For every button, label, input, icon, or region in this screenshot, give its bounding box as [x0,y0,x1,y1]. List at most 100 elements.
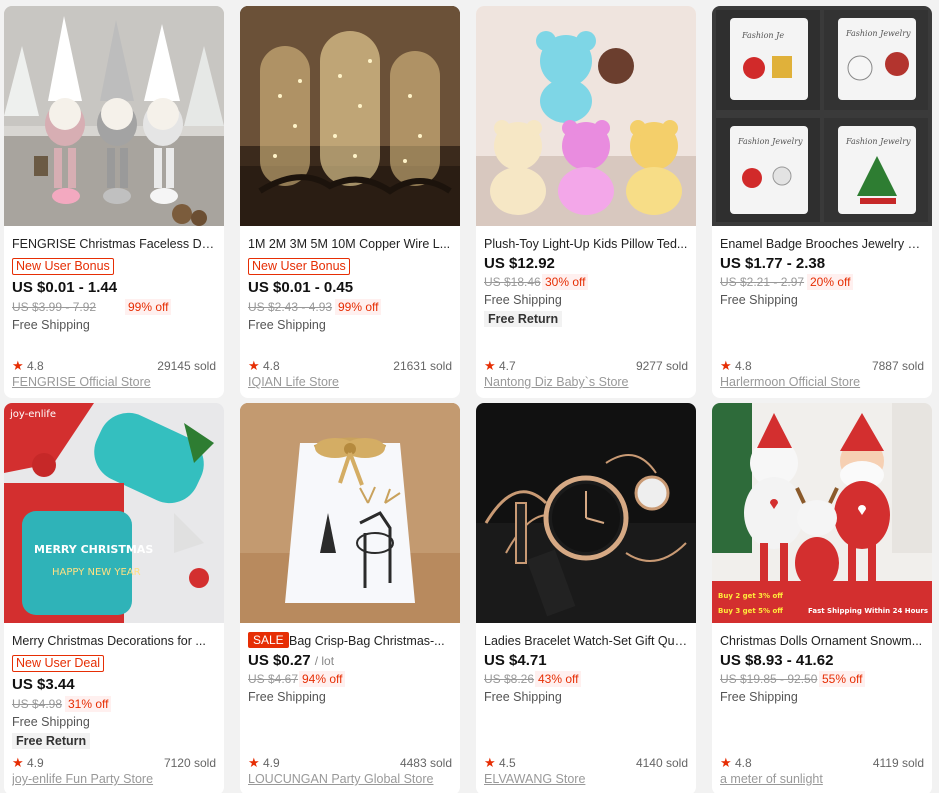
product-image[interactable] [240,6,460,226]
promo-text: Buy 2 get 3% off [718,592,783,600]
product-image[interactable] [476,6,696,226]
rating: ★ 4.8 [720,358,752,374]
product-price: US $0.01 - 1.44 [12,279,118,296]
rating-value: 4.7 [499,359,516,373]
product-title[interactable]: Enamel Badge Brooches Jewelry C... [720,236,926,252]
price-value: US $0.27 [248,652,311,669]
original-price: US $4.67 [248,672,299,686]
product-title[interactable]: Plush-Toy Light-Up Kids Pillow Ted... [484,236,690,252]
shipping-label: Free Shipping [484,690,562,704]
free-return-badge: Free Return [12,733,91,749]
star-icon: ★ [248,358,260,373]
brand-watermark: joy-enlife [9,409,56,420]
product-card[interactable]: 1M 2M 3M 5M 10M Copper Wire L... New Use… [240,6,460,398]
store-link[interactable]: a meter of sunlight [720,771,926,787]
product-title[interactable]: Bag Crisp-Bag Christmas-... [289,633,454,649]
product-title[interactable]: Ladies Bracelet Watch-Set Gift Qua... [484,633,690,649]
card-label-text: Fashion Jewelry [845,137,911,146]
rating-value: 4.9 [27,756,44,770]
store-link[interactable]: Harlermoon Official Store [720,374,926,390]
star-icon: ★ [484,358,496,373]
star-icon: ★ [12,755,24,770]
rating: ★ 4.7 [484,358,516,374]
product-card[interactable]: Buy 2 get 3% off Buy 3 get 5% off Fast S… [712,403,932,793]
product-title[interactable]: Christmas Dolls Ornament Snowm... [720,633,926,649]
shipping-label: Free Shipping [248,318,326,332]
promo-text: Buy 3 get 5% off [718,607,783,615]
product-card[interactable]: joy-enlife MERRY CHRISTMAS HAPPY NEW YEA… [4,403,224,793]
product-card[interactable]: Ladies Bracelet Watch-Set Gift Qua... US… [476,403,696,793]
printed-text: MERRY CHRISTMAS [34,543,153,556]
discount-label: 20% off [807,274,854,290]
star-icon: ★ [12,358,24,373]
product-title[interactable]: 1M 2M 3M 5M 10M Copper Wire L... [248,236,454,252]
product-price: US $4.71 [484,652,547,669]
original-price: US $2.43 - 4.93 [248,300,333,314]
product-title[interactable]: Merry Christmas Decorations for ... [12,633,218,649]
rating: ★ 4.9 [12,755,44,771]
rating: ★ 4.8 [720,755,752,771]
store-link[interactable]: joy-enlife Fun Party Store [12,771,218,787]
product-title[interactable]: FENGRISE Christmas Faceless Doll ... [12,236,218,252]
rating-value: 4.9 [263,756,280,770]
shipping-label: Free Shipping [12,715,90,729]
promo-text: Fast Shipping Within 24 Hours [808,607,928,615]
rating: ★ 4.8 [248,358,280,374]
rating-value: 4.8 [735,359,752,373]
product-grid: FENGRISE Christmas Faceless Doll ... New… [0,0,939,793]
product-card[interactable]: Fashion Je Fashion Jewelry Fashion Jewel… [712,6,932,398]
product-price: US $8.93 - 41.62 [720,652,834,669]
product-card[interactable]: SALE Bag Crisp-Bag Christmas-... US $0.2… [240,403,460,793]
product-price: US $3.44 [12,676,75,693]
original-price: US $19.85 - 92.50 [720,672,818,686]
sold-count: 4483 sold [399,756,452,770]
star-icon: ★ [720,755,732,770]
printed-text: HAPPY NEW YEAR [52,567,141,578]
discount-label: 94% off [299,671,346,687]
rating: ★ 4.5 [484,755,516,771]
store-link[interactable]: FENGRISE Official Store [12,374,218,390]
original-price: US $8.26 [484,672,535,686]
store-link[interactable]: IQIAN Life Store [248,374,454,390]
card-label-text: Fashion Jewelry [737,137,803,146]
product-image[interactable]: Fashion Je Fashion Jewelry Fashion Jewel… [712,6,932,226]
discount-label: 43% off [535,671,582,687]
sold-count: 29145 sold [157,359,216,373]
product-image[interactable]: joy-enlife MERRY CHRISTMAS HAPPY NEW YEA… [4,403,224,623]
original-price: US $2.21 - 2.97 [720,275,805,289]
product-price: US $0.27 / lot [248,652,334,670]
price-unit: / lot [314,654,335,668]
rating-value: 4.8 [735,756,752,770]
store-link[interactable]: LOUCUNGAN Party Global Store [248,771,454,787]
new-user-badge: New User Bonus [248,258,350,275]
card-label-text: Fashion Je [741,31,784,40]
product-image[interactable] [476,403,696,623]
discount-label: 55% off [819,671,866,687]
original-price: US $4.98 [12,697,63,711]
discount-label: 99% off [335,299,382,315]
original-price: US $18.46 [484,275,541,289]
sold-count: 9277 sold [635,359,688,373]
star-icon: ★ [248,755,260,770]
rating-value: 4.8 [263,359,280,373]
product-image[interactable] [240,403,460,623]
discount-label: 31% off [65,696,112,712]
product-price: US $12.92 [484,255,555,272]
product-card[interactable]: Plush-Toy Light-Up Kids Pillow Ted... US… [476,6,696,398]
store-link[interactable]: ELVAWANG Store [484,771,690,787]
sold-count: 7120 sold [163,756,216,770]
star-icon: ★ [720,358,732,373]
product-card[interactable]: FENGRISE Christmas Faceless Doll ... New… [4,6,224,398]
shipping-label: Free Shipping [484,293,562,307]
free-return-badge: Free Return [484,311,563,327]
sale-tag: SALE [248,632,289,648]
rating: ★ 4.9 [248,755,280,771]
sold-count: 4140 sold [635,756,688,770]
rating-value: 4.5 [499,756,516,770]
product-image[interactable]: Buy 2 get 3% off Buy 3 get 5% off Fast S… [712,403,932,623]
rating: ★ 4.8 [12,358,44,374]
shipping-label: Free Shipping [248,690,326,704]
product-image[interactable] [4,6,224,226]
store-link[interactable]: Nantong Diz Baby`s Store [484,374,690,390]
discount-label: 99% off [125,299,172,315]
